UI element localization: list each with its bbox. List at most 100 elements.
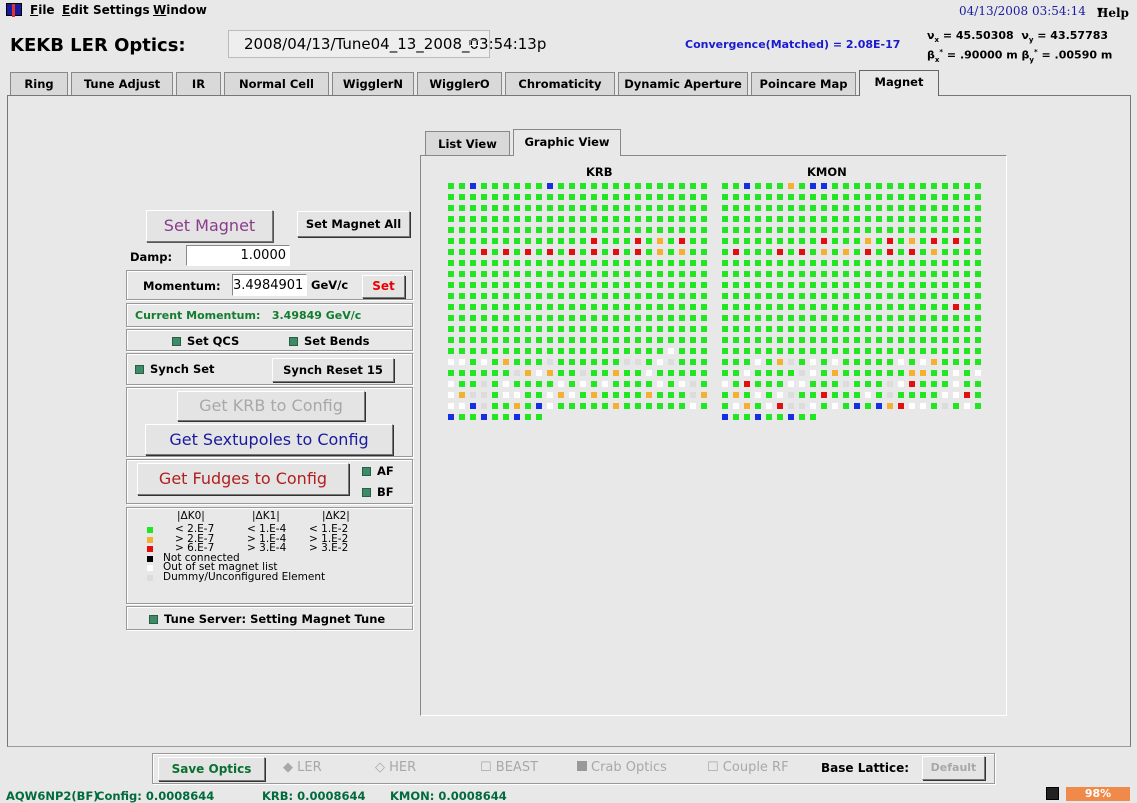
magnet-cell[interactable] xyxy=(887,326,893,332)
magnet-cell[interactable] xyxy=(459,183,465,189)
magnet-cell[interactable] xyxy=(755,370,761,376)
magnet-cell[interactable] xyxy=(470,205,476,211)
magnet-cell[interactable] xyxy=(635,282,641,288)
magnet-cell[interactable] xyxy=(514,183,520,189)
magnet-cell[interactable] xyxy=(854,403,860,409)
magnet-cell[interactable] xyxy=(777,216,783,222)
magnet-cell[interactable] xyxy=(766,260,772,266)
magnet-cell[interactable] xyxy=(799,304,805,310)
magnet-cell[interactable] xyxy=(503,414,509,420)
magnet-cell[interactable] xyxy=(964,293,970,299)
magnet-cell[interactable] xyxy=(909,315,915,321)
magnet-cell[interactable] xyxy=(909,194,915,200)
magnet-cell[interactable] xyxy=(547,326,553,332)
magnet-cell[interactable] xyxy=(887,271,893,277)
magnet-cell[interactable] xyxy=(744,260,750,266)
magnet-cell[interactable] xyxy=(602,216,608,222)
tab-graphic-view[interactable]: Graphic View xyxy=(513,129,621,156)
magnet-cell[interactable] xyxy=(635,293,641,299)
magnet-cell[interactable] xyxy=(821,216,827,222)
get-fudges-button[interactable]: Get Fudges to Config xyxy=(137,463,349,495)
magnet-cell[interactable] xyxy=(766,238,772,244)
beast-checkbox[interactable]: ☐ BEAST xyxy=(480,760,538,775)
magnet-cell[interactable] xyxy=(448,227,454,233)
magnet-cell[interactable] xyxy=(536,337,542,343)
magnet-cell[interactable] xyxy=(766,348,772,354)
magnet-cell[interactable] xyxy=(536,249,542,255)
magnet-cell[interactable] xyxy=(920,392,926,398)
magnet-cell[interactable] xyxy=(569,183,575,189)
magnet-cell[interactable] xyxy=(755,348,761,354)
magnet-cell[interactable] xyxy=(580,183,586,189)
magnet-cell[interactable] xyxy=(679,293,685,299)
magnet-cell[interactable] xyxy=(525,216,531,222)
magnet-cell[interactable] xyxy=(843,271,849,277)
magnet-cell[interactable] xyxy=(470,403,476,409)
her-radio[interactable]: ◇ HER xyxy=(375,760,416,775)
magnet-cell[interactable] xyxy=(876,282,882,288)
magnet-cell[interactable] xyxy=(591,293,597,299)
magnet-cell[interactable] xyxy=(558,403,564,409)
magnet-cell[interactable] xyxy=(733,403,739,409)
magnet-cell[interactable] xyxy=(591,271,597,277)
magnet-cell[interactable] xyxy=(558,271,564,277)
magnet-cell[interactable] xyxy=(887,315,893,321)
magnet-cell[interactable] xyxy=(525,414,531,420)
magnet-cell[interactable] xyxy=(492,414,498,420)
magnet-cell[interactable] xyxy=(821,293,827,299)
magnet-cell[interactable] xyxy=(733,249,739,255)
magnet-cell[interactable] xyxy=(558,326,564,332)
magnet-cell[interactable] xyxy=(646,304,652,310)
magnet-cell[interactable] xyxy=(525,194,531,200)
magnet-cell[interactable] xyxy=(876,326,882,332)
magnet-cell[interactable] xyxy=(679,238,685,244)
synch-reset-button[interactable]: Synch Reset 15 xyxy=(272,358,394,382)
magnet-cell[interactable] xyxy=(668,194,674,200)
magnet-cell[interactable] xyxy=(832,403,838,409)
magnet-cell[interactable] xyxy=(788,249,794,255)
magnet-cell[interactable] xyxy=(558,238,564,244)
magnet-cell[interactable] xyxy=(755,183,761,189)
magnet-cell[interactable] xyxy=(788,227,794,233)
magnet-cell[interactable] xyxy=(668,304,674,310)
magnet-cell[interactable] xyxy=(755,304,761,310)
magnet-cell[interactable] xyxy=(744,359,750,365)
magnet-cell[interactable] xyxy=(722,227,728,233)
magnet-cell[interactable] xyxy=(931,403,937,409)
magnet-cell[interactable] xyxy=(580,359,586,365)
magnet-cell[interactable] xyxy=(733,282,739,288)
magnet-cell[interactable] xyxy=(788,282,794,288)
magnet-cell[interactable] xyxy=(788,194,794,200)
magnet-cell[interactable] xyxy=(459,293,465,299)
magnet-cell[interactable] xyxy=(547,392,553,398)
magnet-cell[interactable] xyxy=(514,282,520,288)
magnet-cell[interactable] xyxy=(909,238,915,244)
magnet-cell[interactable] xyxy=(953,249,959,255)
magnet-cell[interactable] xyxy=(602,238,608,244)
magnet-cell[interactable] xyxy=(459,282,465,288)
magnet-cell[interactable] xyxy=(657,260,663,266)
magnet-cell[interactable] xyxy=(624,359,630,365)
magnet-cell[interactable] xyxy=(690,227,696,233)
magnet-cell[interactable] xyxy=(854,216,860,222)
magnet-cell[interactable] xyxy=(975,326,981,332)
magnet-cell[interactable] xyxy=(843,348,849,354)
magnet-cell[interactable] xyxy=(843,359,849,365)
magnet-cell[interactable] xyxy=(613,194,619,200)
magnet-cell[interactable] xyxy=(679,227,685,233)
magnet-cell[interactable] xyxy=(876,337,882,343)
magnet-cell[interactable] xyxy=(953,392,959,398)
magnet-cell[interactable] xyxy=(591,260,597,266)
magnet-cell[interactable] xyxy=(964,370,970,376)
magnet-cell[interactable] xyxy=(876,260,882,266)
magnet-cell[interactable] xyxy=(536,304,542,310)
magnet-cell[interactable] xyxy=(843,249,849,255)
magnet-cell[interactable] xyxy=(690,293,696,299)
af-toggle[interactable]: AF xyxy=(362,464,394,478)
magnet-cell[interactable] xyxy=(690,348,696,354)
magnet-cell[interactable] xyxy=(788,337,794,343)
magnet-cell[interactable] xyxy=(744,227,750,233)
magnet-cell[interactable] xyxy=(690,304,696,310)
magnet-cell[interactable] xyxy=(777,227,783,233)
magnet-cell[interactable] xyxy=(569,194,575,200)
